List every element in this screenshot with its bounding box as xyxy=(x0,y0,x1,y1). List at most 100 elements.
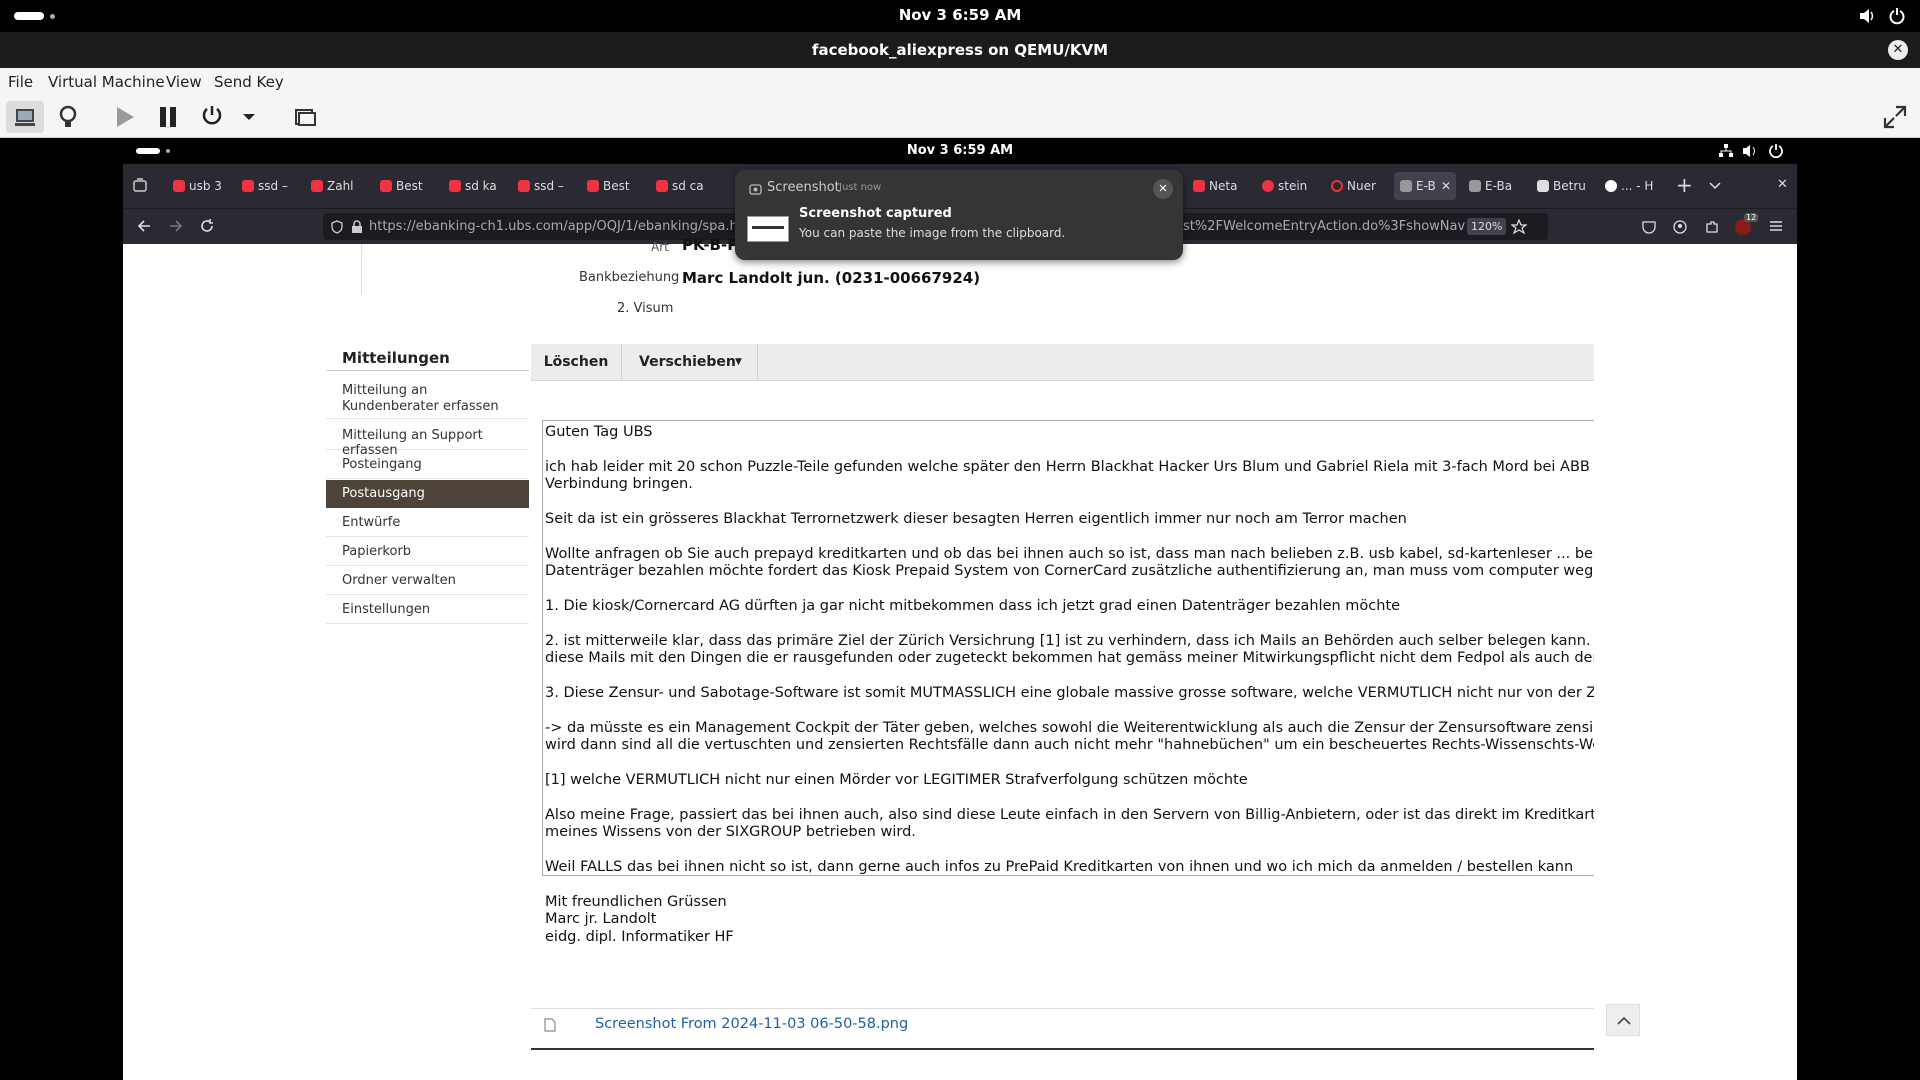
url-text-tail: st%2FWelcomeEntryAction.do%3FshowNav xyxy=(1183,219,1466,234)
message-line: 3. Diese Zensur- und Sabotage-Software i… xyxy=(545,685,1594,701)
screenshot-notification[interactable]: Screenshot Just now ✕ Screenshot capture… xyxy=(735,170,1183,260)
menu-virtual-machine[interactable]: Virtual Machine xyxy=(48,73,165,91)
power-icon[interactable] xyxy=(1768,143,1784,159)
delete-button[interactable]: Löschen xyxy=(531,344,622,381)
ublock-icon[interactable]: 12 xyxy=(1735,213,1759,235)
sidebar-item-support[interactable]: Mitteilung an Support erfassen xyxy=(326,422,529,458)
reload-icon[interactable] xyxy=(200,219,214,233)
browser-tab[interactable]: sd ka xyxy=(443,172,503,200)
sidebar-item-kundenberater[interactable]: Mitteilung an Kundenberater erfassen xyxy=(326,379,529,419)
sidebar-title: Mitteilungen xyxy=(342,349,450,367)
browser-tab[interactable]: Best xyxy=(581,172,641,200)
message-line: ich hab leider mit 20 schon Puzzle-Teile… xyxy=(545,458,1594,475)
field-label-bankbeziehung: Bankbeziehung xyxy=(579,270,680,285)
guest-top-bar: Nov 3 6:59 AM xyxy=(0,138,1920,164)
browser-tab[interactable]: Best xyxy=(374,172,434,200)
browser-tab-active[interactable]: E-B ✕ xyxy=(1394,172,1456,200)
tab-favicon-icon xyxy=(1469,180,1481,192)
screenshot-app-icon xyxy=(749,182,762,195)
back-icon[interactable] xyxy=(137,219,151,233)
browser-tab[interactable]: Neta xyxy=(1187,172,1247,200)
close-icon[interactable]: ✕ xyxy=(1441,172,1451,200)
tab-favicon-icon xyxy=(1331,180,1343,192)
browser-tab[interactable]: ssd – xyxy=(512,172,572,200)
sidebar-item-einstellungen[interactable]: Einstellungen xyxy=(326,596,529,624)
tab-favicon-icon xyxy=(1400,180,1412,192)
chevron-down-icon[interactable] xyxy=(242,113,256,121)
forward-icon[interactable] xyxy=(169,219,183,233)
message-line: Seit da ist ein grösseres Blackhat Terro… xyxy=(545,511,1407,527)
browser-tab[interactable]: E-Ba xyxy=(1463,172,1527,200)
sidebar-item-papierkorb[interactable]: Papierkorb xyxy=(326,538,529,566)
tab-overview-icon[interactable] xyxy=(133,178,147,192)
notification-time: Just now xyxy=(839,182,882,193)
close-icon[interactable]: ✕ xyxy=(1153,179,1173,199)
hamburger-menu-icon[interactable] xyxy=(1769,220,1783,232)
browser-tab[interactable]: ssd – xyxy=(236,172,296,200)
notification-app-name: Screenshot xyxy=(767,180,840,195)
notification-body: You can paste the image from the clipboa… xyxy=(799,226,1066,240)
divider xyxy=(531,1048,1594,1050)
console-view-button[interactable] xyxy=(6,101,44,133)
lightbulb-icon[interactable] xyxy=(56,104,80,130)
browser-tab[interactable]: Betru xyxy=(1531,172,1595,200)
field-value-bankbeziehung: Marc Landolt jun. (0231-00667924) xyxy=(682,269,981,287)
tab-favicon-icon xyxy=(242,180,254,192)
browser-tab[interactable]: usb 3 xyxy=(167,172,227,200)
close-icon[interactable]: ✕ xyxy=(1888,40,1908,60)
pause-icon[interactable] xyxy=(158,106,178,128)
tab-favicon-icon xyxy=(173,180,185,192)
field-label-art: Art xyxy=(651,240,669,254)
message-line: eidg. dipl. Informatiker HF xyxy=(545,928,734,945)
volume-icon[interactable] xyxy=(1742,144,1758,158)
bookmark-star-icon[interactable] xyxy=(1511,219,1527,234)
attachment-link[interactable]: Screenshot From 2024-11-03 06-50-58.png xyxy=(595,1016,908,1032)
caret-down-icon: ▼ xyxy=(735,357,742,367)
extensions-icon[interactable] xyxy=(1705,220,1719,234)
visum-label: 2. Visum xyxy=(617,301,674,316)
guest-clock[interactable]: Nov 3 6:59 AM xyxy=(0,143,1920,158)
browser-tab[interactable]: ... - H xyxy=(1599,172,1663,200)
menu-send-key[interactable]: Send Key xyxy=(214,73,284,91)
close-icon[interactable]: ✕ xyxy=(1777,177,1788,192)
file-icon xyxy=(544,1018,556,1032)
message-line: Guten Tag UBS xyxy=(545,424,653,440)
new-tab-icon[interactable]: + xyxy=(1676,175,1693,195)
guest-display: Nov 3 6:59 AM usb 3 ssd – Zahl Best sd k… xyxy=(0,138,1920,1080)
chevron-down-icon[interactable] xyxy=(1709,182,1721,190)
browser-tab[interactable]: stein xyxy=(1256,172,1316,200)
host-clock[interactable]: Nov 3 6:59 AM xyxy=(0,6,1920,24)
browser-tab[interactable]: Nuer xyxy=(1325,172,1385,200)
power-icon[interactable] xyxy=(1888,7,1906,25)
menu-file[interactable]: File xyxy=(8,73,33,91)
scroll-to-top-button[interactable] xyxy=(1606,1004,1640,1036)
sidebar-item-ordner-verwalten[interactable]: Ordner verwalten xyxy=(326,567,529,595)
message-line: Datenträger bezahlen möchte fordert das … xyxy=(545,563,1594,580)
github-icon xyxy=(1605,180,1617,192)
vm-window-title-bar: facebook_aliexpress on QEMU/KVM ✕ xyxy=(0,32,1920,68)
browser-tab[interactable]: Zahl xyxy=(305,172,365,200)
tab-favicon-icon xyxy=(656,180,668,192)
lock-icon[interactable] xyxy=(351,220,363,234)
power-icon[interactable] xyxy=(200,104,224,128)
snapshot-icon[interactable] xyxy=(294,106,316,128)
network-icon[interactable] xyxy=(1718,143,1734,159)
message-line: Wollte anfragen ob Sie auch prepayd kred… xyxy=(545,545,1594,562)
play-icon[interactable] xyxy=(114,105,136,129)
sidebar-item-entwuerfe[interactable]: Entwürfe xyxy=(326,509,529,537)
sidebar-item-posteingang[interactable]: Posteingang xyxy=(326,451,529,479)
fullscreen-icon[interactable] xyxy=(1882,104,1908,130)
host-top-bar: Nov 3 6:59 AM xyxy=(0,0,1920,32)
shield-icon[interactable] xyxy=(331,220,343,234)
move-dropdown[interactable]: Verschieben ▼ xyxy=(623,344,758,381)
divider xyxy=(361,244,362,294)
account-icon[interactable] xyxy=(1673,220,1687,234)
pocket-icon[interactable] xyxy=(1642,220,1656,234)
zoom-level[interactable]: 120% xyxy=(1467,218,1507,235)
tab-favicon-icon xyxy=(1262,180,1274,192)
move-label: Verschieben xyxy=(639,354,736,370)
browser-tab[interactable]: sd ca xyxy=(650,172,710,200)
volume-icon[interactable] xyxy=(1858,8,1876,24)
sidebar-item-postausgang[interactable]: Postausgang xyxy=(326,480,529,508)
menu-view[interactable]: View xyxy=(166,73,202,91)
